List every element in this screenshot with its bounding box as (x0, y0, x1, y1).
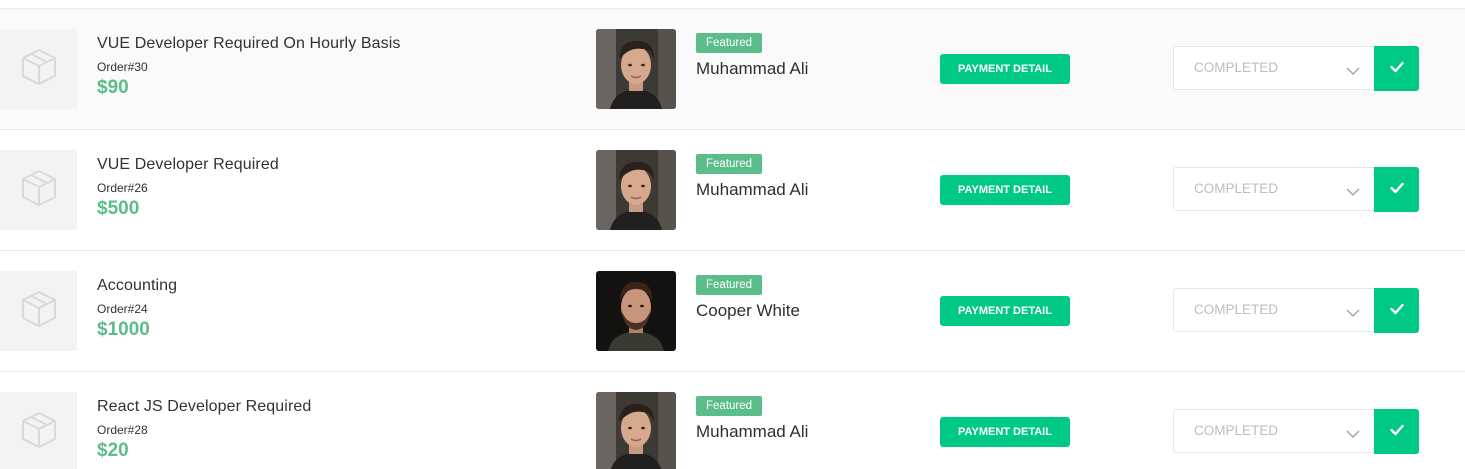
featured-badge: Featured (696, 275, 763, 295)
order-thumbnail (0, 150, 77, 230)
featured-badge: Featured (696, 154, 763, 174)
confirm-status-button[interactable] (1374, 288, 1419, 333)
checkmark-icon (1389, 423, 1404, 441)
order-number: Order#26 (97, 181, 148, 195)
payment-detail-button[interactable]: PAYMENT DETAIL (940, 417, 1070, 447)
status-select[interactable]: COMPLETED (1173, 167, 1374, 211)
order-row: React JS Developer Required Order#28 $20… (0, 371, 1465, 469)
order-number: Order#30 (97, 60, 148, 74)
order-thumbnail (0, 392, 77, 469)
order-price: $500 (97, 198, 140, 219)
status-select-value: COMPLETED (1194, 181, 1279, 196)
payment-detail-button[interactable]: PAYMENT DETAIL (940, 296, 1070, 326)
chevron-down-icon (1346, 426, 1360, 444)
status-select[interactable]: COMPLETED (1173, 288, 1374, 332)
seller-avatar[interactable] (596, 29, 676, 109)
order-list: VUE Developer Required On Hourly Basis O… (0, 0, 1465, 469)
chevron-down-icon (1346, 63, 1360, 81)
seller-name[interactable]: Muhammad Ali (696, 180, 808, 200)
status-select-value: COMPLETED (1194, 60, 1279, 75)
status-select-value: COMPLETED (1194, 423, 1279, 438)
order-row: VUE Developer Required Order#26 $500 Fea… (0, 129, 1465, 249)
chevron-down-icon (1346, 305, 1360, 323)
status-select[interactable]: COMPLETED (1173, 409, 1374, 453)
featured-badge: Featured (696, 396, 763, 416)
seller-avatar[interactable] (596, 150, 676, 230)
payment-detail-button[interactable]: PAYMENT DETAIL (940, 175, 1070, 205)
order-title[interactable]: VUE Developer Required On Hourly Basis (97, 35, 401, 53)
seller-avatar[interactable] (596, 392, 676, 469)
order-price: $20 (97, 440, 129, 461)
featured-badge: Featured (696, 33, 763, 53)
package-icon (18, 167, 60, 214)
package-icon (18, 409, 60, 456)
confirm-status-button[interactable] (1374, 409, 1419, 454)
seller-name[interactable]: Muhammad Ali (696, 422, 808, 442)
package-icon (18, 46, 60, 93)
order-thumbnail (0, 271, 77, 351)
status-select-value: COMPLETED (1194, 302, 1279, 317)
order-row: Accounting Order#24 $1000 Featured Coope… (0, 250, 1465, 370)
payment-detail-button[interactable]: PAYMENT DETAIL (940, 54, 1070, 84)
order-title[interactable]: Accounting (97, 277, 177, 295)
order-title[interactable]: VUE Developer Required (97, 156, 279, 174)
seller-avatar[interactable] (596, 271, 676, 351)
order-price: $90 (97, 77, 129, 98)
status-select[interactable]: COMPLETED (1173, 46, 1374, 90)
seller-name[interactable]: Cooper White (696, 301, 800, 321)
confirm-status-button[interactable] (1374, 167, 1419, 212)
confirm-status-button[interactable] (1374, 46, 1419, 91)
order-thumbnail (0, 29, 77, 109)
chevron-down-icon (1346, 184, 1360, 202)
checkmark-icon (1389, 181, 1404, 199)
order-title[interactable]: React JS Developer Required (97, 398, 311, 416)
order-number: Order#24 (97, 302, 148, 316)
checkmark-icon (1389, 302, 1404, 320)
order-price: $1000 (97, 319, 150, 340)
order-row: VUE Developer Required On Hourly Basis O… (0, 8, 1465, 128)
seller-name[interactable]: Muhammad Ali (696, 59, 808, 79)
order-number: Order#28 (97, 423, 148, 437)
checkmark-icon (1389, 60, 1404, 78)
package-icon (18, 288, 60, 335)
